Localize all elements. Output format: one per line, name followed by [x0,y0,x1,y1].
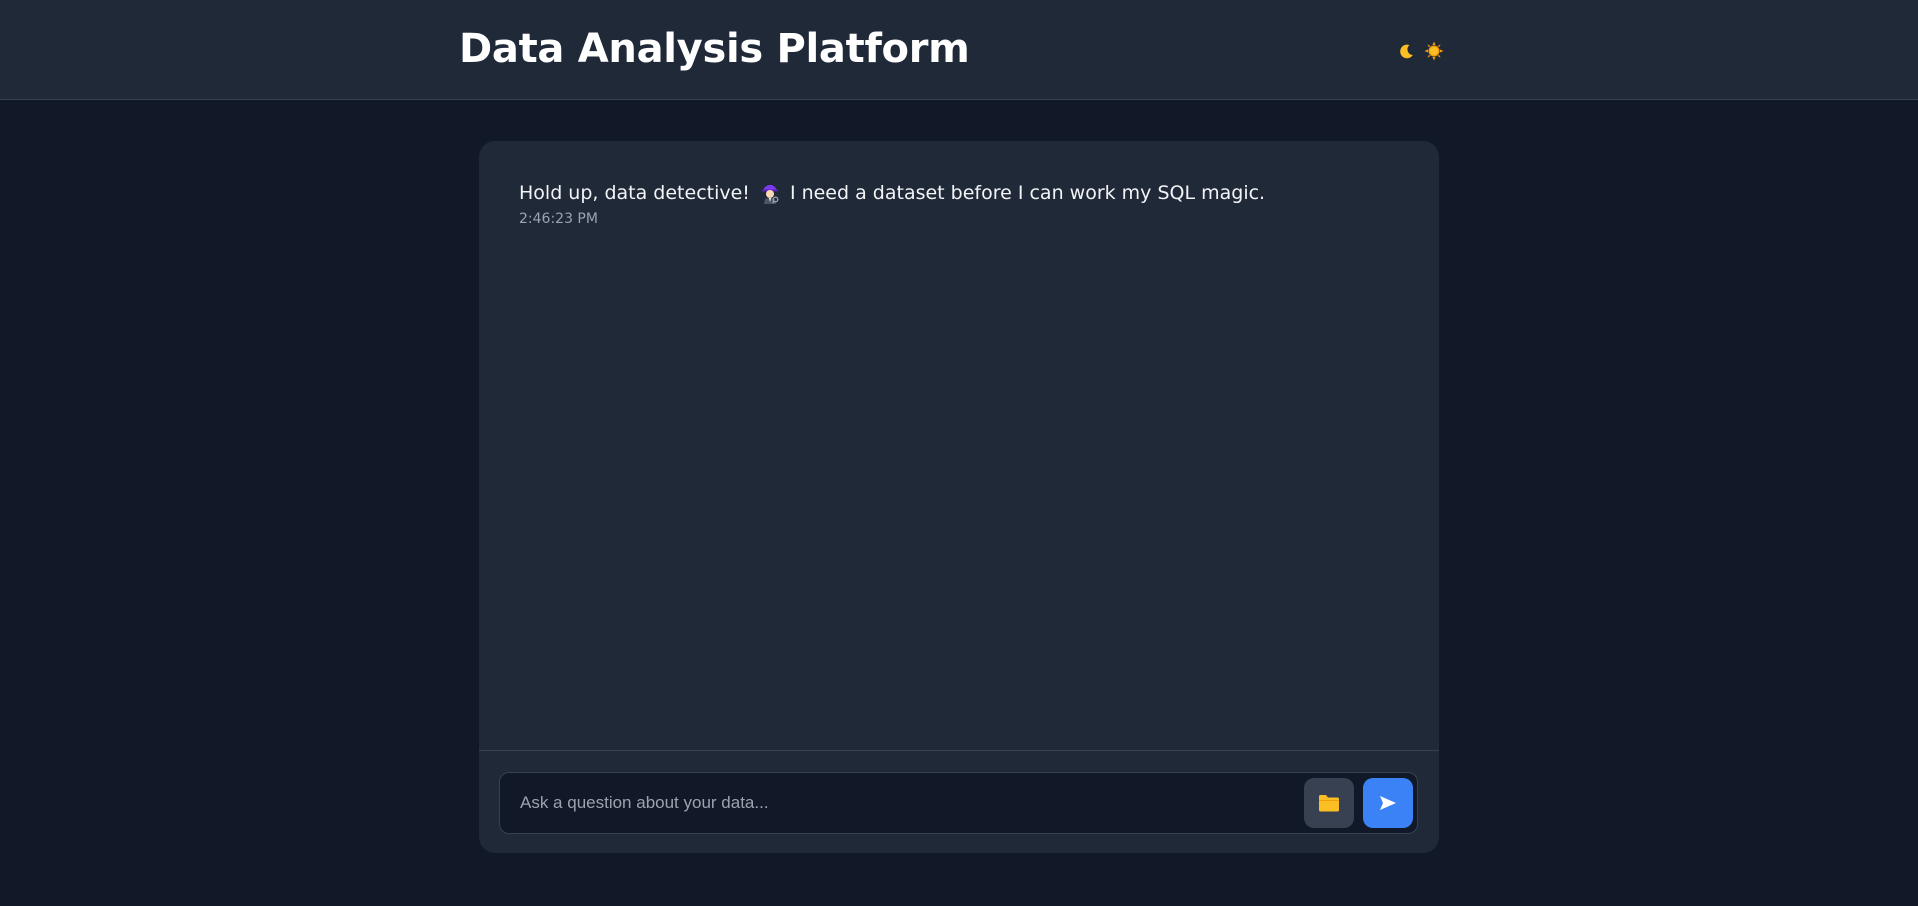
message-list: Hold up, data detective! I need a datase… [479,141,1439,750]
upload-button[interactable] [1304,778,1354,828]
message-timestamp: 2:46:23 PM [519,211,598,227]
composer [479,750,1439,853]
sun-icon [1424,41,1444,61]
message-text-before: Hold up, data detective! [519,182,750,204]
message-text: Hold up, data detective! I need a datase… [519,179,1399,207]
send-button[interactable] [1363,778,1413,828]
send-icon [1380,796,1396,810]
page-title: Data Analysis Platform [459,26,970,72]
bot-message: Hold up, data detective! I need a datase… [519,179,1399,227]
folder-icon [1319,795,1339,812]
moon-icon [1400,44,1413,58]
chat-panel: Hold up, data detective! I need a datase… [479,141,1439,853]
app-header: Data Analysis Platform [0,0,1918,100]
composer-box [499,772,1418,834]
detective-icon [758,181,782,205]
message-text-after: I need a dataset before I can work my SQ… [789,182,1266,204]
theme-toggle[interactable] [1398,40,1448,62]
question-input[interactable] [500,773,1300,833]
